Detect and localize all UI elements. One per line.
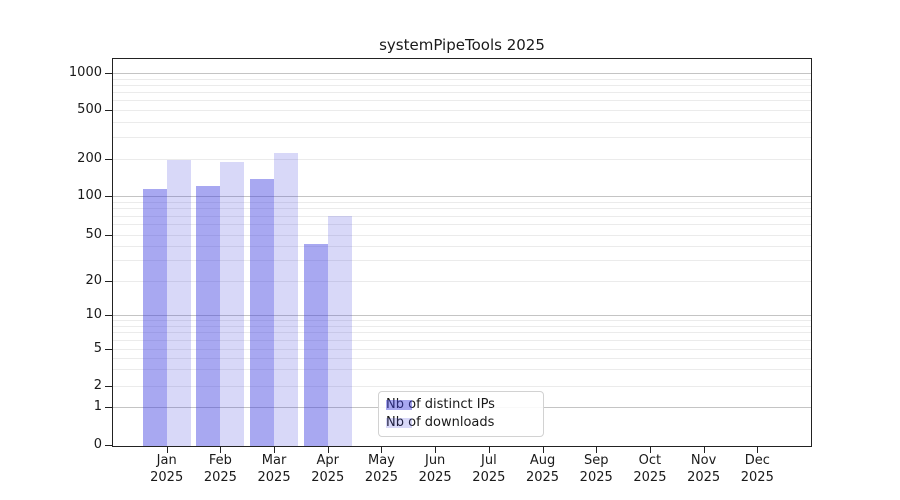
gridline-minor bbox=[113, 159, 811, 160]
x-tick-label: Dec 2025 bbox=[740, 453, 774, 485]
gridline-minor bbox=[113, 137, 811, 139]
bar-distinct-ips-feb bbox=[196, 186, 221, 446]
chart-title: systemPipeTools 2025 bbox=[379, 36, 545, 54]
bar-downloads-jan bbox=[166, 160, 191, 446]
y-tick-mark bbox=[105, 234, 112, 236]
y-tick-label: 50 bbox=[85, 226, 102, 242]
gridline-minor bbox=[113, 99, 811, 101]
figure: systemPipeTools 2025 0 1 2 5 10 20 50 100 200 500… bbox=[0, 0, 900, 500]
y-tick-mark bbox=[105, 348, 112, 350]
legend-row-downloads: Nb of downloads bbox=[386, 415, 535, 431]
bar-downloads-feb bbox=[220, 161, 245, 446]
legend-swatch-distinct-ips bbox=[386, 400, 412, 410]
bar-distinct-ips-jan bbox=[142, 188, 167, 446]
legend-swatch-downloads bbox=[386, 418, 412, 428]
legend-row-distinct-ips: Nb of distinct IPs bbox=[386, 397, 535, 413]
y-tick-mark bbox=[105, 159, 112, 160]
bar-downloads-apr bbox=[327, 215, 352, 446]
y-tick-label: 5 bbox=[93, 340, 102, 356]
y-tick-label: 10 bbox=[85, 307, 102, 322]
legend: Nb of distinct IPs Nb of downloads bbox=[378, 391, 544, 437]
y-tick-mark bbox=[105, 315, 112, 316]
y-tick-label: 1000 bbox=[68, 65, 102, 80]
y-tick-mark bbox=[105, 109, 112, 111]
gridline-minor bbox=[113, 91, 811, 93]
y-tick-mark bbox=[105, 195, 112, 197]
y-tick-label: 500 bbox=[77, 101, 102, 117]
gridline-minor bbox=[113, 121, 811, 123]
y-tick-label: 2 bbox=[93, 378, 102, 393]
y-tick-mark bbox=[105, 444, 112, 446]
y-tick-label: 20 bbox=[85, 272, 102, 288]
y-tick-label: 100 bbox=[77, 187, 102, 203]
bar-distinct-ips-apr bbox=[303, 244, 328, 446]
gridline-minor bbox=[113, 109, 811, 111]
y-tick-label: 1 bbox=[93, 398, 102, 414]
y-tick-label: 0 bbox=[93, 436, 102, 452]
y-tick-mark bbox=[105, 406, 112, 408]
plot-area bbox=[112, 58, 812, 447]
y-tick-mark bbox=[105, 386, 112, 387]
gridline-major bbox=[113, 73, 811, 74]
bar-distinct-ips-mar bbox=[250, 178, 275, 446]
y-tick-mark bbox=[105, 280, 112, 282]
y-tick-label: 200 bbox=[77, 151, 102, 166]
gridline-minor bbox=[113, 84, 811, 86]
y-tick-mark bbox=[105, 73, 112, 74]
gridline-minor bbox=[113, 78, 811, 80]
bar-downloads-mar bbox=[274, 152, 299, 446]
